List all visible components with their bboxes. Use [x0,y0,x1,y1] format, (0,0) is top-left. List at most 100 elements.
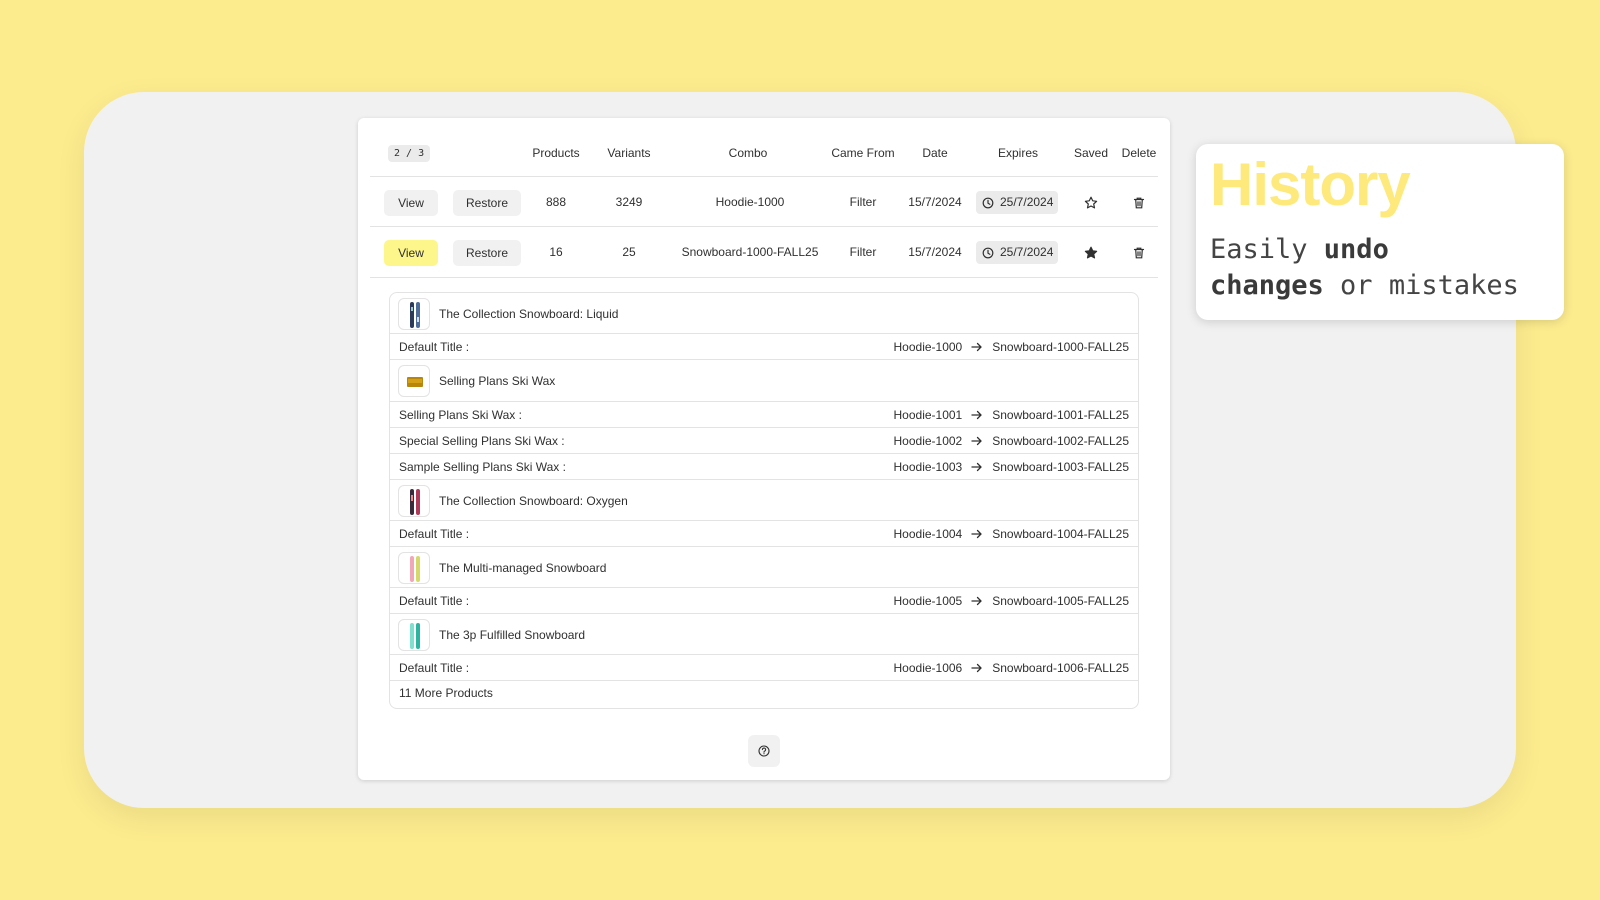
old-sku: Hoodie-1006 [893,661,963,675]
variant-label: Selling Plans Ski Wax : [399,408,522,422]
new-sku: Snowboard-1006-FALL25 [992,661,1129,675]
variant-row: Default Title : Hoodie-1006 Snowboard-100… [390,655,1138,681]
products-count: 16 [549,245,563,259]
product-thumbnail [398,298,430,330]
variant-change: Hoodie-1004 Snowboard-1004-FALL25 [894,521,1129,547]
variant-row: Default Title : Hoodie-1004 Snowboard-100… [390,521,1138,547]
arrow-right-icon [971,342,983,352]
old-sku: Hoodie-1003 [893,460,963,474]
col-products: Products [532,146,580,160]
variant-row: Sample Selling Plans Ski Wax : Hoodie-10… [390,454,1138,480]
trash-icon[interactable] [1131,245,1147,261]
callout-emphasis: changes [1210,270,1324,301]
arrow-right-icon [971,596,983,606]
products-count: 888 [545,195,567,209]
variants-count: 3249 [615,195,643,209]
view-button[interactable]: View [384,190,438,216]
col-date: Date [922,146,948,160]
arrow-right-icon [971,663,983,673]
feature-callout: History Easily undo changes or mistakes [1196,144,1564,320]
col-combo: Combo [728,146,768,160]
expires-badge: 25/7/2024 [976,241,1059,264]
table-header: 2 / 3 Products Variants Combo Came From … [358,118,1170,176]
variant-change: Hoodie-1005 Snowboard-1005-FALL25 [894,588,1129,614]
date-value: 15/7/2024 [908,195,962,209]
star-outline-icon[interactable] [1083,195,1099,211]
callout-subtitle: Easily undo changes or mistakes [1210,232,1560,304]
product-thumbnail [398,552,430,584]
callout-text: or mistakes [1323,270,1519,301]
product-name: The Multi-managed Snowboard [439,561,607,575]
product-name: Selling Plans Ski Wax [439,374,556,388]
variant-row: Default Title : Hoodie-1005 Snowboard-100… [390,588,1138,614]
history-row: View Restore 888 3249 Hoodie-1000 Filter… [370,176,1158,227]
variant-label: Special Selling Plans Ski Wax : [399,434,565,448]
history-row: View Restore 16 25 Snowboard-1000-FALL25… [370,227,1158,278]
restore-button[interactable]: Restore [453,240,521,266]
product-name: The Collection Snowboard: Liquid [439,307,619,321]
variant-label: Default Title : [399,594,470,608]
variant-change: Hoodie-1000 Snowboard-1000-FALL25 [894,334,1129,360]
arrow-right-icon [971,410,983,420]
product-thumbnail [398,365,430,397]
variant-label: Default Title : [399,527,470,541]
view-button[interactable]: View [384,240,438,266]
new-sku: Snowboard-1004-FALL25 [992,527,1129,541]
more-products-link[interactable]: 11 More Products [399,686,493,700]
col-came-from: Came From [831,146,895,160]
star-filled-icon[interactable] [1083,245,1099,261]
product-row: The Collection Snowboard: Oxygen [390,480,1138,521]
help-button[interactable] [748,735,780,767]
restore-button[interactable]: Restore [453,190,521,216]
arrow-right-icon [971,462,983,472]
product-row: The Multi-managed Snowboard [390,547,1138,588]
callout-title: History [1210,151,1411,218]
old-sku: Hoodie-1001 [893,408,963,422]
product-name: The Collection Snowboard: Oxygen [439,494,628,508]
variant-label: Sample Selling Plans Ski Wax : [399,460,566,474]
variant-change: Hoodie-1002 Snowboard-1002-FALL25 [894,428,1129,454]
old-sku: Hoodie-1002 [893,434,963,448]
expires-date: 25/7/2024 [1000,245,1054,259]
variant-row: Selling Plans Ski Wax : Hoodie-1001 Snowb… [390,402,1138,428]
trash-icon[interactable] [1131,195,1147,211]
col-variants: Variants [607,146,651,160]
col-saved: Saved [1073,146,1109,160]
question-circle-icon [758,745,770,757]
product-row: Selling Plans Ski Wax [390,360,1138,402]
expires-date: 25/7/2024 [1000,195,1054,209]
product-row: The 3p Fulfilled Snowboard [390,614,1138,655]
combo-value: Snowboard-1000-FALL25 [681,245,819,259]
callout-emphasis: undo [1323,234,1389,265]
arrow-right-icon [971,436,983,446]
date-value: 15/7/2024 [908,245,962,259]
variant-change: Hoodie-1006 Snowboard-1006-FALL25 [894,655,1129,681]
new-sku: Snowboard-1001-FALL25 [992,408,1129,422]
clock-icon [982,197,994,208]
variant-change: Hoodie-1003 Snowboard-1003-FALL25 [894,454,1129,480]
col-expires: Expires [997,146,1039,160]
combo-value: Hoodie-1000 [715,195,785,209]
history-panel: 2 / 3 Products Variants Combo Came From … [358,118,1170,780]
variants-count: 25 [622,245,636,259]
product-thumbnail [398,619,430,651]
came-from-value: Filter [849,245,877,259]
clock-icon [982,247,994,258]
variant-row: Default Title : Hoodie-1000 Snowboard-100… [390,334,1138,360]
product-name: The 3p Fulfilled Snowboard [439,628,586,642]
new-sku: Snowboard-1003-FALL25 [992,460,1129,474]
expires-badge: 25/7/2024 [976,191,1059,214]
pagination-indicator[interactable]: 2 / 3 [388,145,431,162]
new-sku: Snowboard-1000-FALL25 [992,340,1129,354]
new-sku: Snowboard-1005-FALL25 [992,594,1129,608]
old-sku: Hoodie-1005 [893,594,963,608]
new-sku: Snowboard-1002-FALL25 [992,434,1129,448]
product-row: The Collection Snowboard: Liquid [390,293,1138,334]
callout-text: Easily [1210,234,1324,265]
variant-change: Hoodie-1001 Snowboard-1001-FALL25 [894,402,1129,428]
change-details: The Collection Snowboard: Liquid Default… [389,292,1139,709]
product-thumbnail [398,485,430,517]
variant-label: Default Title : [399,661,470,675]
came-from-value: Filter [849,195,877,209]
col-delete: Delete [1121,146,1157,160]
